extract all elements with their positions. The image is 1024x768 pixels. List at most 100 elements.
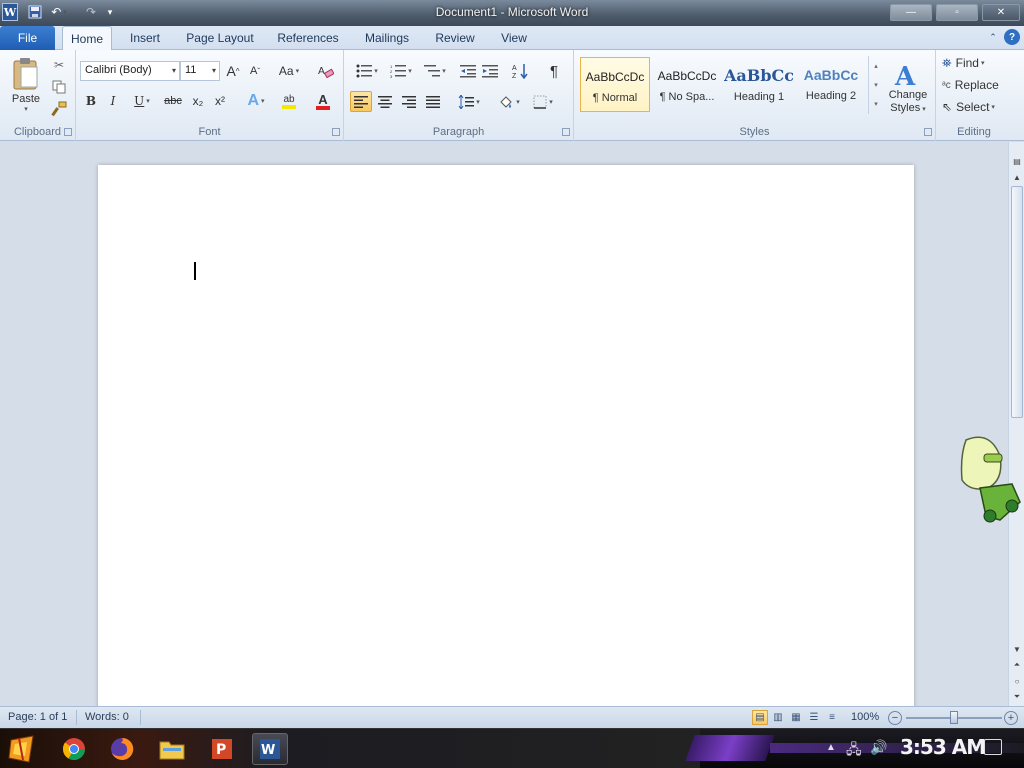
format-painter-icon[interactable] [50,100,68,118]
change-case-button[interactable]: Aa ▾ [276,62,302,80]
superscript-button[interactable]: x² [210,91,230,111]
outline-view-icon[interactable]: ☰ [806,710,822,725]
copy-icon[interactable] [50,78,68,96]
tab-home[interactable]: Home [62,26,112,51]
vertical-scrollbar[interactable]: ▤ ▲ ▼ ⏶ ○ ⏷ [1008,142,1024,706]
underline-button[interactable]: U ▾ [128,91,156,111]
cut-icon[interactable]: ✂ [50,56,68,74]
action-center-icon[interactable] [984,739,1002,755]
word-button[interactable]: W [252,733,288,765]
styles-launcher-icon[interactable] [924,128,932,136]
style-no-spacing[interactable]: AaBbCcDc ¶ No Spa... [652,57,722,112]
tab-insert[interactable]: Insert [120,26,170,50]
show-hidden-icons[interactable]: ▲ [826,742,836,753]
chevron-down-icon: ▾ [171,66,176,75]
tab-mailings[interactable]: Mailings [356,26,418,50]
font-launcher-icon[interactable] [332,128,340,136]
previous-page-icon[interactable]: ⏶ [1010,658,1024,672]
next-page-icon[interactable]: ⏷ [1010,690,1024,704]
line-spacing-button[interactable]: ▾ [454,91,484,112]
style-sample: AaBbCc [724,66,794,85]
bold-button[interactable]: B [82,91,100,111]
tab-view[interactable]: View [492,26,536,50]
font-family-select[interactable]: Calibri (Body) ▾ [80,61,180,81]
ruler-toggle-icon[interactable]: ▤ [1010,154,1024,168]
change-styles-button[interactable]: A Change Styles ▾ [884,54,932,122]
font-size-select[interactable]: 11 ▾ [180,61,220,81]
align-right-icon[interactable] [398,91,420,112]
expand-gallery-icon[interactable]: ▾ [870,96,882,112]
styles-gallery-scroll: ▴ ▾ ▾ [868,56,882,114]
file-explorer-button[interactable] [154,733,190,765]
print-layout-icon[interactable]: ▤ [752,710,768,725]
clock[interactable]: 3:53 AM [900,735,986,759]
minimize-button[interactable]: — [890,4,932,21]
subscript-button[interactable]: x₂ [188,91,208,111]
word-count[interactable]: Words: 0 [85,711,129,723]
page-count[interactable]: Page: 1 of 1 [8,711,67,723]
numbering-button[interactable]: 1 2 3 ▾ [386,62,416,80]
borders-button[interactable]: ▾ [528,91,558,112]
align-left-icon[interactable] [350,91,372,112]
zoom-slider-thumb[interactable] [950,711,958,724]
multilevel-list-button[interactable]: ▾ [420,62,450,80]
tab-review[interactable]: Review [428,26,482,50]
start-icon [8,735,34,763]
scrollbar-thumb[interactable] [1011,186,1023,418]
justify-icon[interactable] [422,91,444,112]
grow-font-button[interactable]: A ^ [224,62,242,80]
paragraph-launcher-icon[interactable] [562,128,570,136]
tab-page-layout[interactable]: Page Layout [180,26,260,50]
align-center-icon[interactable] [374,91,396,112]
close-button[interactable]: ✕ [982,4,1020,21]
font-color-button[interactable]: A [308,91,338,111]
clipboard-launcher-icon[interactable] [64,128,72,136]
chevron-up-icon[interactable]: ▴ [870,58,882,74]
network-icon[interactable]: 🖧 [846,739,862,763]
paste-button[interactable]: Paste ▾ [6,54,46,116]
clipboard-group: Paste ▾ ✂ Clipboard [0,50,76,141]
tab-references[interactable]: References [268,26,348,50]
volume-icon[interactable]: 🔊 [870,739,887,756]
svg-text:A: A [512,65,517,72]
maximize-button[interactable]: ▫ [936,4,978,21]
web-layout-icon[interactable]: ▦ [788,710,804,725]
clear-formatting-icon[interactable]: A [316,61,336,81]
tab-file[interactable]: File [0,26,55,50]
scroll-down-icon[interactable]: ▼ [1010,642,1024,656]
zoom-level[interactable]: 100% [851,711,879,723]
italic-button[interactable]: I [104,91,122,111]
shading-button[interactable]: ▾ [494,91,524,112]
minimize-ribbon-icon[interactable]: ⌃ [986,30,1000,44]
shrink-font-button[interactable]: Aˇ [246,62,264,80]
bullets-button[interactable]: ▾ [352,62,382,80]
document-page[interactable] [98,165,914,706]
draft-view-icon[interactable]: ≡ [824,710,840,725]
style-heading-2[interactable]: AaBbCc Heading 2 [796,57,866,112]
chevron-down-icon[interactable]: ▾ [870,77,882,93]
zoom-in-button[interactable]: + [1004,711,1018,725]
sort-icon[interactable]: AZ [510,62,530,80]
start-button[interactable] [4,733,40,765]
highlight-button[interactable]: ab [274,91,304,111]
decrease-indent-icon[interactable] [458,62,478,80]
select-button[interactable]: ⇖ Select ▾ [942,98,1008,116]
style-heading-1[interactable]: AaBbCc Heading 1 [724,57,794,112]
firefox-button[interactable] [104,733,140,765]
text-effects-button[interactable]: A ▾ [242,91,270,111]
increase-indent-icon[interactable] [480,62,500,80]
chrome-button[interactable] [56,733,92,765]
help-icon[interactable]: ? [1004,29,1020,45]
browse-object-icon[interactable]: ○ [1010,674,1024,688]
zoom-out-button[interactable]: − [888,711,902,725]
replace-button[interactable]: ᵃc Replace [942,76,1010,94]
change-styles-icon: A [894,62,916,89]
full-screen-reading-icon[interactable]: ▥ [770,710,786,725]
show-formatting-marks-button[interactable]: ¶ [544,62,564,80]
powerpoint-button[interactable]: P [204,733,240,765]
style-normal[interactable]: AaBbCcDc ¶ Normal [580,57,650,112]
scroll-up-icon[interactable]: ▲ [1010,170,1024,184]
strikethrough-button[interactable]: abc [162,91,184,111]
find-button[interactable]: ⛯ Find ▾ [942,54,1006,72]
status-divider [76,710,77,725]
